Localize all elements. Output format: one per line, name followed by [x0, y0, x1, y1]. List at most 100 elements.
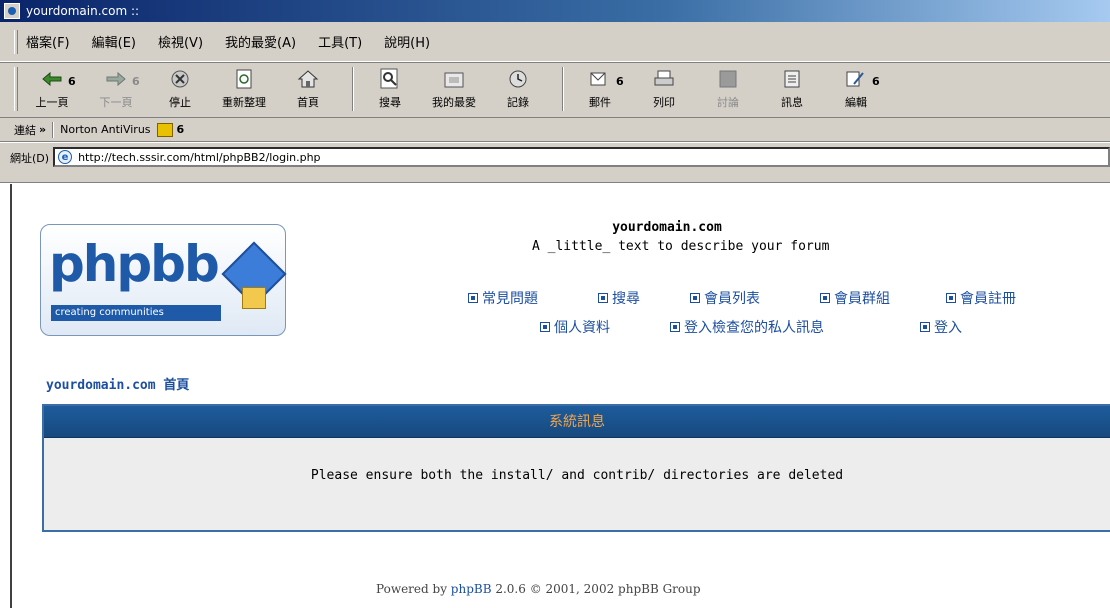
- memberlist-icon: [690, 293, 700, 303]
- footer-credits: Powered by phpBB 2.0.6 © 2001, 2002 phpB…: [376, 582, 701, 596]
- back-history-count[interactable]: 6: [68, 75, 76, 88]
- mail-label: 郵件: [589, 96, 611, 109]
- menu-file[interactable]: 檔案(F): [26, 32, 70, 51]
- discuss-icon: [715, 67, 741, 91]
- address-bar: 網址(D) e http://tech.sssir.com/html/phpBB…: [0, 143, 1110, 183]
- breadcrumb-index-link[interactable]: yourdomain.com 首頁: [46, 374, 189, 393]
- menu-favorites[interactable]: 我的最愛(A): [225, 32, 296, 51]
- nav-profile-label: 個人資料: [554, 320, 610, 336]
- toolbar-separator: [562, 67, 564, 111]
- footer-suffix: 2.0.6 © 2001, 2002 phpBB Group: [491, 582, 701, 596]
- toolbar-separator: [352, 67, 354, 111]
- nav-usergroups-label: 會員群組: [834, 291, 890, 307]
- nav-login-pm[interactable]: 登入檢查您的私人訊息: [670, 317, 824, 337]
- menu-edit[interactable]: 編輯(E): [92, 32, 136, 51]
- page-content: phpbb creating communities yourdomain.co…: [10, 184, 1110, 608]
- standard-toolbar: 6 上一頁 6 下一頁 停止 重新整理 首頁 搜尋 我的最愛 記錄 6 郵件 列…: [0, 62, 1110, 118]
- logo-tagline: creating communities: [51, 305, 221, 321]
- logo-gem-base-icon: [242, 287, 266, 309]
- nav-search-label: 搜尋: [612, 291, 640, 307]
- nav-register[interactable]: 會員註冊: [946, 288, 1016, 308]
- edit-button[interactable]: 6 編輯: [828, 67, 884, 110]
- nav-register-label: 會員註冊: [960, 291, 1016, 307]
- refresh-button[interactable]: 重新整理: [216, 67, 272, 110]
- discuss-button[interactable]: 討論: [700, 67, 756, 110]
- ie-app-icon: [4, 3, 20, 19]
- system-message-title: 系統訊息: [44, 406, 1110, 438]
- nav-memberlist[interactable]: 會員列表: [690, 288, 760, 308]
- search-magnifier-icon: [377, 67, 403, 91]
- edit-dropdown-count[interactable]: 6: [872, 75, 880, 88]
- edit-label: 編輯: [845, 96, 867, 109]
- history-button[interactable]: 記錄: [490, 67, 546, 110]
- links-separator: [52, 121, 55, 138]
- refresh-icon: [231, 67, 257, 91]
- norton-antivirus-icon[interactable]: [156, 122, 173, 137]
- nav-profile[interactable]: 個人資料: [540, 317, 610, 337]
- mail-dropdown-count[interactable]: 6: [616, 75, 624, 88]
- site-description: A _little_ text to describe your forum: [532, 239, 830, 254]
- favorites-button[interactable]: 我的最愛: [426, 67, 482, 110]
- mail-button[interactable]: 6 郵件: [572, 67, 628, 110]
- stop-label: 停止: [169, 96, 191, 109]
- forward-button[interactable]: 6 下一頁: [88, 67, 144, 110]
- refresh-label: 重新整理: [222, 96, 266, 109]
- messenger-label: 訊息: [781, 96, 803, 109]
- forward-history-count[interactable]: 6: [132, 75, 140, 88]
- search-button[interactable]: 搜尋: [362, 67, 418, 110]
- phpbb-logo[interactable]: phpbb creating communities: [40, 224, 287, 336]
- toolbar-grip[interactable]: [14, 67, 18, 111]
- nav-login[interactable]: 登入: [920, 317, 962, 337]
- profile-icon: [540, 322, 550, 332]
- discuss-label: 討論: [717, 96, 739, 109]
- faq-icon: [468, 293, 478, 303]
- favorites-folder-icon: [441, 67, 467, 91]
- nav-faq-label: 常見問題: [482, 291, 538, 307]
- history-icon: [505, 67, 531, 91]
- forward-arrow-icon: [103, 67, 129, 91]
- menu-view[interactable]: 檢視(V): [158, 32, 203, 51]
- site-title: yourdomain.com: [612, 220, 722, 235]
- messenger-icon: [779, 67, 805, 91]
- printer-icon: [651, 67, 677, 91]
- links-bar: 連結 » Norton AntiVirus 6: [0, 118, 1110, 142]
- footer-prefix: Powered by: [376, 582, 451, 596]
- print-button[interactable]: 列印: [636, 67, 692, 110]
- menu-bar: 檔案(F) 編輯(E) 檢視(V) 我的最愛(A) 工具(T) 說明(H): [0, 22, 1110, 62]
- address-input[interactable]: e http://tech.sssir.com/html/phpBB2/logi…: [53, 147, 1110, 167]
- menu-tools[interactable]: 工具(T): [318, 32, 362, 51]
- logo-wordmark: phpbb: [49, 235, 220, 293]
- system-message-text: Please ensure both the install/ and cont…: [310, 468, 844, 483]
- history-label: 記錄: [507, 96, 529, 109]
- menubar-grip[interactable]: [14, 29, 18, 54]
- address-label: 網址(D): [10, 152, 50, 165]
- mail-icon: [587, 67, 613, 91]
- address-url[interactable]: http://tech.sssir.com/html/phpBB2/login.…: [78, 151, 320, 164]
- login-icon: [920, 322, 930, 332]
- nav-login-pm-label: 登入檢查您的私人訊息: [684, 320, 824, 336]
- back-button[interactable]: 6 上一頁: [24, 67, 80, 110]
- norton-dropdown-count[interactable]: 6: [177, 123, 185, 136]
- window-titlebar[interactable]: yourdomain.com ::: [0, 0, 1110, 22]
- private-messages-icon: [670, 322, 680, 332]
- menu-help[interactable]: 說明(H): [384, 32, 430, 51]
- links-label[interactable]: 連結: [14, 122, 36, 138]
- footer-phpbb-link[interactable]: phpBB: [451, 582, 492, 596]
- usergroups-icon: [820, 293, 830, 303]
- messenger-button[interactable]: 訊息: [764, 67, 820, 110]
- home-label: 首頁: [297, 96, 319, 109]
- search-icon: [598, 293, 608, 303]
- window-title: yourdomain.com ::: [26, 4, 140, 18]
- search-label: 搜尋: [379, 96, 401, 109]
- favorites-label: 我的最愛: [432, 96, 476, 109]
- back-label: 上一頁: [35, 96, 69, 109]
- nav-search[interactable]: 搜尋: [598, 288, 640, 308]
- stop-button[interactable]: 停止: [152, 67, 208, 110]
- norton-antivirus-label[interactable]: Norton AntiVirus: [60, 123, 150, 136]
- home-icon: [295, 67, 321, 91]
- nav-faq[interactable]: 常見問題: [468, 288, 538, 308]
- register-icon: [946, 293, 956, 303]
- home-button[interactable]: 首頁: [280, 67, 336, 110]
- nav-usergroups[interactable]: 會員群組: [820, 288, 890, 308]
- links-chevron[interactable]: »: [39, 123, 46, 136]
